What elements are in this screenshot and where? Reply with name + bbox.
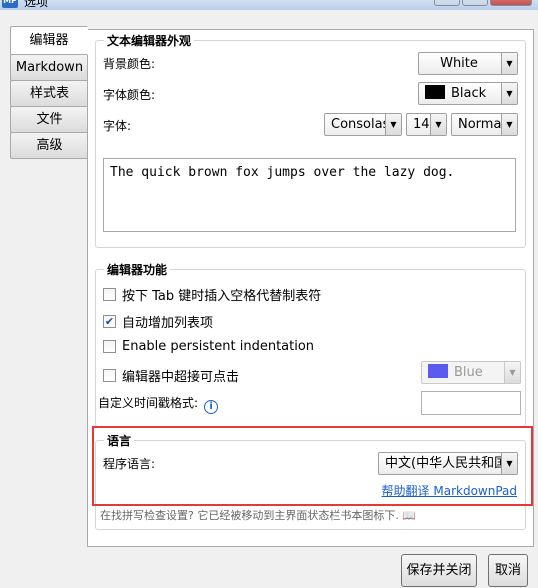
font-size-value: 14	[413, 117, 430, 132]
link-color-value: Blue	[454, 365, 483, 380]
font-weight-select[interactable]: Normal ▼	[451, 113, 518, 136]
tab-spaces-label: 按下 Tab 键时插入空格代替制表符	[122, 289, 322, 304]
maximize-button[interactable]	[462, 0, 488, 6]
editor-features-legend: 编辑器功能	[104, 261, 171, 278]
font-family-value: Consolas	[331, 117, 390, 132]
clickable-links-label: 编辑器中超接可点击	[122, 370, 240, 385]
font-family-select[interactable]: Consolas ▼	[324, 113, 402, 136]
save-and-close-button[interactable]: 保存并关闭	[401, 554, 477, 587]
timestamp-label-text: 自定义时间戳格式:	[98, 396, 199, 410]
tab-strip: 编辑器 Markdown 样式表 文件 高级	[10, 26, 88, 159]
auto-list-checkbox[interactable]: ✔	[103, 315, 116, 328]
chevron-down-icon: ▼	[385, 114, 401, 135]
title-bar: MP 选项	[0, 0, 538, 10]
chevron-down-icon: ▼	[501, 114, 517, 135]
background-color-select[interactable]: White ▼	[418, 52, 518, 75]
minimize-button[interactable]	[434, 0, 460, 6]
link-color-select[interactable]: Blue ▼	[421, 361, 521, 384]
spellcheck-note: 在找拼写检查设置? 它已经被移动到主界面状态栏书本图标下. 📖	[100, 507, 416, 523]
font-label: 字体:	[103, 119, 132, 133]
tab-advanced[interactable]: 高级	[10, 132, 88, 159]
font-color-label: 字体颜色:	[103, 88, 156, 102]
persistent-indent-checkbox[interactable]	[103, 340, 116, 353]
close-button[interactable]	[490, 0, 532, 6]
timestamp-label: 自定义时间戳格式: i	[98, 394, 219, 414]
tab-editor[interactable]: 编辑器	[10, 26, 88, 55]
font-color-value: Black	[451, 86, 487, 101]
blue-swatch-icon	[428, 364, 448, 378]
chevron-down-icon: ▼	[501, 53, 517, 74]
window-controls	[434, 0, 532, 6]
chevron-down-icon: ▼	[504, 362, 520, 383]
chevron-down-icon: ▼	[430, 114, 446, 135]
clickable-links-checkbox[interactable]	[103, 369, 116, 382]
chevron-down-icon: ▼	[501, 83, 517, 104]
window-title: 选项	[24, 0, 49, 9]
font-preview-box: The quick brown fox jumps over the lazy …	[103, 158, 516, 232]
tab-spaces-option[interactable]: 按下 Tab 键时插入空格代替制表符	[103, 285, 321, 304]
background-color-label: 背景颜色:	[103, 57, 156, 71]
font-size-select[interactable]: 14 ▼	[406, 113, 447, 136]
info-icon[interactable]: i	[204, 400, 219, 414]
spellcheck-note-text: 在找拼写检查设置? 它已经被移动到主界面状态栏书本图标下.	[100, 509, 399, 522]
clickable-links-option[interactable]: 编辑器中超接可点击	[103, 366, 239, 385]
auto-list-label: 自动增加列表项	[122, 316, 214, 331]
tab-markdown[interactable]: Markdown	[10, 54, 88, 81]
auto-list-option[interactable]: ✔ 自动增加列表项	[103, 312, 213, 331]
dialog-body: 编辑器 Markdown 样式表 文件 高级 文本编辑器外观 背景颜色: Whi…	[0, 10, 538, 588]
language-highlight-box	[92, 426, 533, 506]
book-icon: 📖	[402, 509, 417, 522]
timestamp-format-input[interactable]	[421, 391, 521, 415]
background-color-value: White	[440, 56, 478, 71]
cancel-button[interactable]: 取消	[488, 554, 528, 587]
appearance-legend: 文本编辑器外观	[104, 32, 195, 49]
font-color-select[interactable]: Black ▼	[418, 82, 518, 105]
black-swatch-icon	[425, 85, 445, 99]
tab-stylesheet[interactable]: 样式表	[10, 80, 88, 107]
persistent-indent-label: Enable persistent indentation	[122, 339, 315, 354]
tab-spaces-checkbox[interactable]	[103, 288, 116, 301]
app-icon: MP	[2, 0, 18, 8]
tab-file[interactable]: 文件	[10, 106, 88, 133]
font-weight-value: Normal	[458, 117, 506, 132]
persistent-indent-option[interactable]: Enable persistent indentation	[103, 339, 314, 354]
